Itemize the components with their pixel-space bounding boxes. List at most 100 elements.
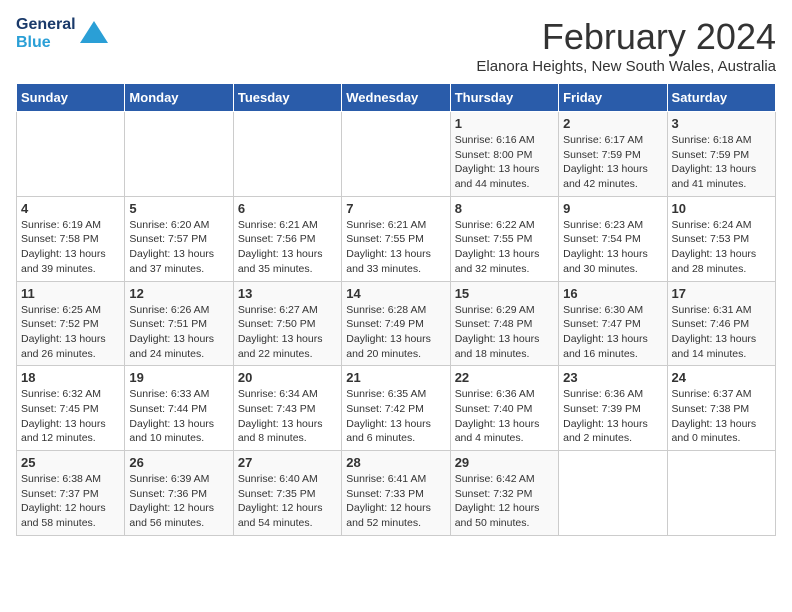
calendar-cell: 14 Sunrise: 6:28 AM Sunset: 7:49 PM Dayli… xyxy=(342,281,450,366)
day-number: 2 xyxy=(563,116,662,131)
calendar-body: 1 Sunrise: 6:16 AM Sunset: 8:00 PM Daylig… xyxy=(17,112,776,536)
day-number: 11 xyxy=(21,286,120,301)
day-info: Sunrise: 6:21 AM Sunset: 7:56 PM Dayligh… xyxy=(238,218,337,277)
day-info: Sunrise: 6:20 AM Sunset: 7:57 PM Dayligh… xyxy=(129,218,228,277)
day-info: Sunrise: 6:24 AM Sunset: 7:53 PM Dayligh… xyxy=(672,218,771,277)
day-number: 23 xyxy=(563,370,662,385)
calendar-cell: 11 Sunrise: 6:25 AM Sunset: 7:52 PM Dayli… xyxy=(17,281,125,366)
day-info: Sunrise: 6:22 AM Sunset: 7:55 PM Dayligh… xyxy=(455,218,554,277)
header-thursday: Thursday xyxy=(450,84,558,112)
calendar-cell: 6 Sunrise: 6:21 AM Sunset: 7:56 PM Daylig… xyxy=(233,196,341,281)
logo-triangle-icon xyxy=(80,21,108,43)
day-info: Sunrise: 6:28 AM Sunset: 7:49 PM Dayligh… xyxy=(346,303,445,362)
calendar-cell: 10 Sunrise: 6:24 AM Sunset: 7:53 PM Dayli… xyxy=(667,196,775,281)
day-info: Sunrise: 6:25 AM Sunset: 7:52 PM Dayligh… xyxy=(21,303,120,362)
week-row-1: 1 Sunrise: 6:16 AM Sunset: 8:00 PM Daylig… xyxy=(17,112,776,197)
day-info: Sunrise: 6:33 AM Sunset: 7:44 PM Dayligh… xyxy=(129,387,228,446)
day-info: Sunrise: 6:35 AM Sunset: 7:42 PM Dayligh… xyxy=(346,387,445,446)
day-number: 5 xyxy=(129,201,228,216)
title-block: February 2024 Elanora Heights, New South… xyxy=(476,16,776,75)
main-title: February 2024 xyxy=(476,16,776,58)
calendar-cell xyxy=(233,112,341,197)
day-number: 15 xyxy=(455,286,554,301)
day-number: 12 xyxy=(129,286,228,301)
calendar-cell: 8 Sunrise: 6:22 AM Sunset: 7:55 PM Daylig… xyxy=(450,196,558,281)
day-number: 22 xyxy=(455,370,554,385)
day-info: Sunrise: 6:17 AM Sunset: 7:59 PM Dayligh… xyxy=(563,133,662,192)
calendar-cell: 17Sunrise: 6:31 AM Sunset: 7:46 PM Dayli… xyxy=(667,281,775,366)
calendar-cell: 3 Sunrise: 6:18 AM Sunset: 7:59 PM Daylig… xyxy=(667,112,775,197)
calendar-cell: 13Sunrise: 6:27 AM Sunset: 7:50 PM Dayli… xyxy=(233,281,341,366)
day-info: Sunrise: 6:18 AM Sunset: 7:59 PM Dayligh… xyxy=(672,133,771,192)
calendar-cell: 19 Sunrise: 6:33 AM Sunset: 7:44 PM Dayli… xyxy=(125,366,233,451)
week-row-3: 11 Sunrise: 6:25 AM Sunset: 7:52 PM Dayli… xyxy=(17,281,776,366)
day-info: Sunrise: 6:34 AM Sunset: 7:43 PM Dayligh… xyxy=(238,387,337,446)
day-number: 1 xyxy=(455,116,554,131)
day-number: 7 xyxy=(346,201,445,216)
day-number: 27 xyxy=(238,455,337,470)
calendar-header: SundayMondayTuesdayWednesdayThursdayFrid… xyxy=(17,84,776,112)
calendar-cell: 27Sunrise: 6:40 AM Sunset: 7:35 PM Dayli… xyxy=(233,451,341,536)
day-info: Sunrise: 6:39 AM Sunset: 7:36 PM Dayligh… xyxy=(129,472,228,531)
day-info: Sunrise: 6:16 AM Sunset: 8:00 PM Dayligh… xyxy=(455,133,554,192)
day-number: 25 xyxy=(21,455,120,470)
day-info: Sunrise: 6:19 AM Sunset: 7:58 PM Dayligh… xyxy=(21,218,120,277)
day-info: Sunrise: 6:37 AM Sunset: 7:38 PM Dayligh… xyxy=(672,387,771,446)
day-info: Sunrise: 6:38 AM Sunset: 7:37 PM Dayligh… xyxy=(21,472,120,531)
day-info: Sunrise: 6:21 AM Sunset: 7:55 PM Dayligh… xyxy=(346,218,445,277)
day-number: 14 xyxy=(346,286,445,301)
day-number: 20 xyxy=(238,370,337,385)
day-info: Sunrise: 6:32 AM Sunset: 7:45 PM Dayligh… xyxy=(21,387,120,446)
calendar-cell: 20 Sunrise: 6:34 AM Sunset: 7:43 PM Dayli… xyxy=(233,366,341,451)
day-info: Sunrise: 6:29 AM Sunset: 7:48 PM Dayligh… xyxy=(455,303,554,362)
header-wednesday: Wednesday xyxy=(342,84,450,112)
day-info: Sunrise: 6:36 AM Sunset: 7:40 PM Dayligh… xyxy=(455,387,554,446)
calendar-cell: 1 Sunrise: 6:16 AM Sunset: 8:00 PM Daylig… xyxy=(450,112,558,197)
calendar-cell: 26 Sunrise: 6:39 AM Sunset: 7:36 PM Dayli… xyxy=(125,451,233,536)
calendar-cell: 25 Sunrise: 6:38 AM Sunset: 7:37 PM Dayli… xyxy=(17,451,125,536)
day-number: 4 xyxy=(21,201,120,216)
calendar-cell: 12 Sunrise: 6:26 AM Sunset: 7:51 PM Dayli… xyxy=(125,281,233,366)
day-number: 8 xyxy=(455,201,554,216)
day-number: 28 xyxy=(346,455,445,470)
calendar-cell: 16 Sunrise: 6:30 AM Sunset: 7:47 PM Dayli… xyxy=(559,281,667,366)
calendar-cell xyxy=(667,451,775,536)
day-number: 21 xyxy=(346,370,445,385)
day-info: Sunrise: 6:30 AM Sunset: 7:47 PM Dayligh… xyxy=(563,303,662,362)
subtitle: Elanora Heights, New South Wales, Austra… xyxy=(476,58,776,75)
header-saturday: Saturday xyxy=(667,84,775,112)
calendar-cell xyxy=(342,112,450,197)
day-number: 29 xyxy=(455,455,554,470)
day-number: 24 xyxy=(672,370,771,385)
week-row-2: 4 Sunrise: 6:19 AM Sunset: 7:58 PM Daylig… xyxy=(17,196,776,281)
day-info: Sunrise: 6:41 AM Sunset: 7:33 PM Dayligh… xyxy=(346,472,445,531)
header-tuesday: Tuesday xyxy=(233,84,341,112)
page-header: General Blue February 2024 Elanora Heigh… xyxy=(16,16,776,75)
day-number: 19 xyxy=(129,370,228,385)
day-number: 26 xyxy=(129,455,228,470)
day-info: Sunrise: 6:26 AM Sunset: 7:51 PM Dayligh… xyxy=(129,303,228,362)
calendar-cell: 22 Sunrise: 6:36 AM Sunset: 7:40 PM Dayli… xyxy=(450,366,558,451)
day-info: Sunrise: 6:36 AM Sunset: 7:39 PM Dayligh… xyxy=(563,387,662,446)
calendar-cell: 28 Sunrise: 6:41 AM Sunset: 7:33 PM Dayli… xyxy=(342,451,450,536)
week-row-5: 25 Sunrise: 6:38 AM Sunset: 7:37 PM Dayli… xyxy=(17,451,776,536)
calendar-cell xyxy=(17,112,125,197)
day-number: 3 xyxy=(672,116,771,131)
day-number: 16 xyxy=(563,286,662,301)
logo: General Blue xyxy=(16,16,108,51)
calendar-cell xyxy=(125,112,233,197)
day-info: Sunrise: 6:27 AM Sunset: 7:50 PM Dayligh… xyxy=(238,303,337,362)
calendar-cell: 4 Sunrise: 6:19 AM Sunset: 7:58 PM Daylig… xyxy=(17,196,125,281)
calendar-cell: 23 Sunrise: 6:36 AM Sunset: 7:39 PM Dayli… xyxy=(559,366,667,451)
day-number: 6 xyxy=(238,201,337,216)
calendar-cell: 21 Sunrise: 6:35 AM Sunset: 7:42 PM Dayli… xyxy=(342,366,450,451)
day-number: 10 xyxy=(672,201,771,216)
day-number: 9 xyxy=(563,201,662,216)
calendar-cell: 24 Sunrise: 6:37 AM Sunset: 7:38 PM Dayli… xyxy=(667,366,775,451)
day-number: 17 xyxy=(672,286,771,301)
calendar-table: SundayMondayTuesdayWednesdayThursdayFrid… xyxy=(16,83,776,536)
calendar-cell: 2 Sunrise: 6:17 AM Sunset: 7:59 PM Daylig… xyxy=(559,112,667,197)
header-monday: Monday xyxy=(125,84,233,112)
calendar-cell xyxy=(559,451,667,536)
week-row-4: 18Sunrise: 6:32 AM Sunset: 7:45 PM Dayli… xyxy=(17,366,776,451)
